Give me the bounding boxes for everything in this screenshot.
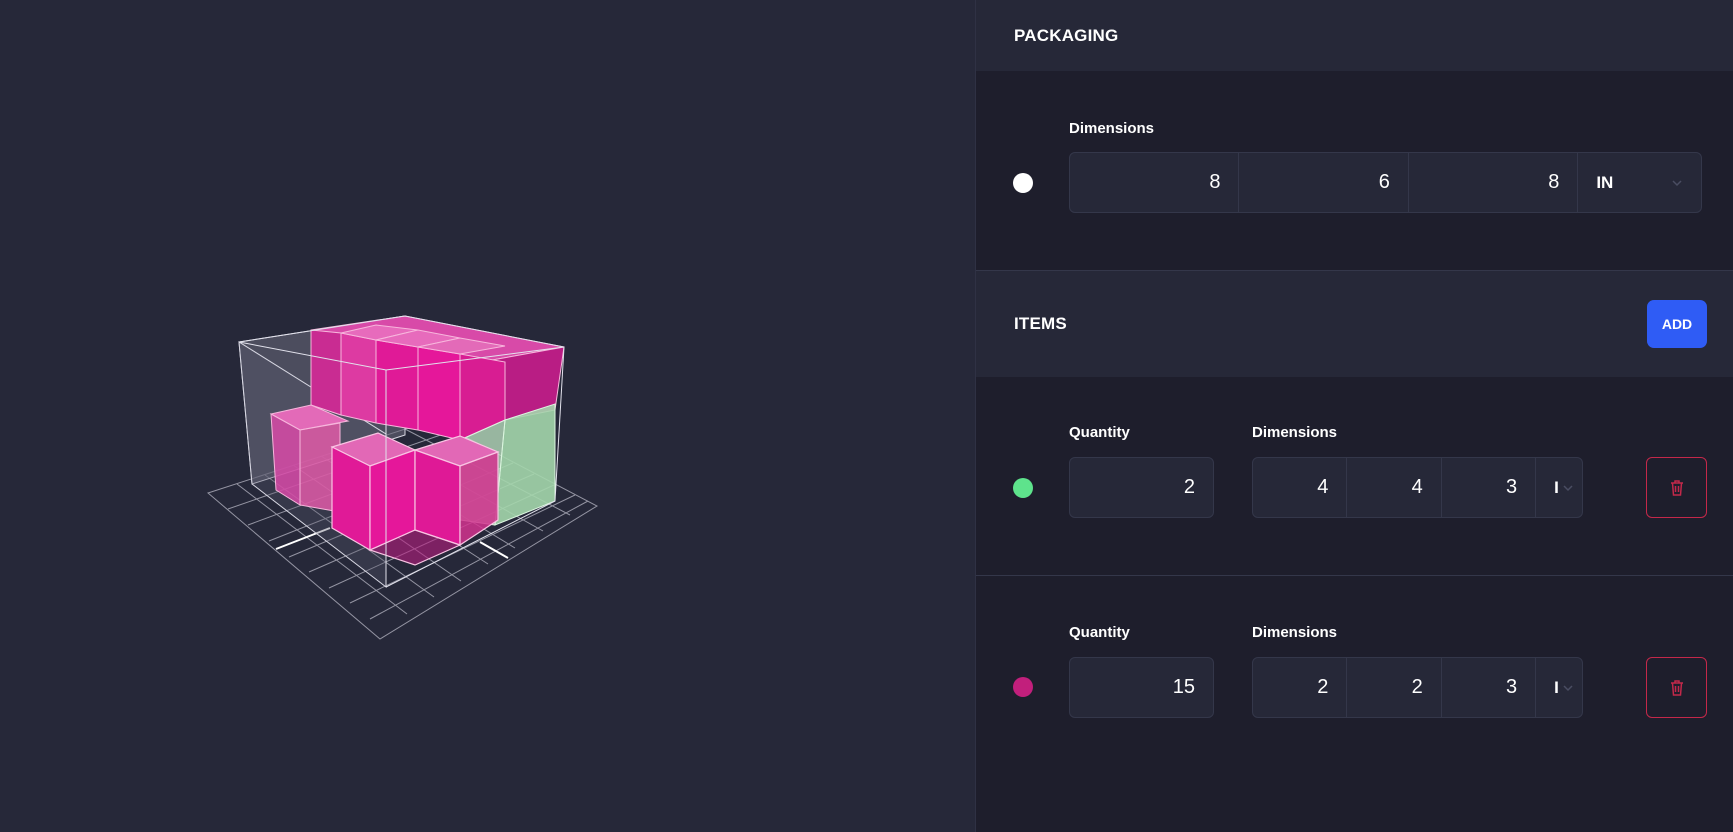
items-header: ITEMS bbox=[976, 270, 1733, 377]
item-2-unit-select[interactable]: I bbox=[1536, 658, 1582, 717]
item-2-quantity-input[interactable]: 15 bbox=[1070, 658, 1213, 717]
packing-3d-viewport[interactable] bbox=[0, 0, 975, 832]
config-panel: PACKAGING Dimensions 8 6 8 IN ITEMS ADD … bbox=[975, 0, 1733, 832]
packaging-header: PACKAGING bbox=[976, 0, 1733, 71]
item-1-quantity-input[interactable]: 2 bbox=[1070, 458, 1213, 517]
app-root: PACKAGING Dimensions 8 6 8 IN ITEMS ADD … bbox=[0, 0, 1733, 832]
item-1-length-input[interactable]: 4 bbox=[1253, 458, 1348, 517]
item-2-quantity-group: 15 bbox=[1069, 657, 1214, 718]
item-1-quantity-group: 2 bbox=[1069, 457, 1214, 518]
packaging-dimensions-label: Dimensions bbox=[1069, 120, 1155, 137]
items-title: ITEMS bbox=[1014, 314, 1067, 333]
packing-3d-scene[interactable] bbox=[0, 0, 975, 832]
item-1-quantity-label: Quantity bbox=[1069, 424, 1130, 441]
item-2-unit-value: I bbox=[1554, 677, 1559, 697]
trash-icon bbox=[1670, 679, 1683, 696]
item-2-quantity-label: Quantity bbox=[1069, 624, 1130, 641]
item-1-unit-value: I bbox=[1554, 477, 1559, 497]
packaging-length-input[interactable]: 8 bbox=[1070, 153, 1240, 212]
trash-icon bbox=[1670, 479, 1683, 496]
item-1-dimensions-label: Dimensions bbox=[1252, 424, 1338, 441]
packaging-height-input[interactable]: 8 bbox=[1409, 153, 1579, 212]
item-2-color-dot bbox=[1013, 677, 1033, 697]
add-item-button[interactable]: ADD bbox=[1647, 300, 1707, 348]
packaging-color-dot bbox=[1013, 173, 1033, 193]
chevron-down-icon bbox=[1563, 684, 1573, 691]
item-2-length-input[interactable]: 2 bbox=[1253, 658, 1348, 717]
chevron-down-icon bbox=[1672, 179, 1682, 186]
item-2-delete-button[interactable] bbox=[1646, 657, 1707, 718]
item-2-height-input[interactable]: 3 bbox=[1442, 658, 1537, 717]
item-1-color-dot bbox=[1013, 478, 1033, 498]
packaging-dimensions-group: 8 6 8 IN bbox=[1069, 152, 1702, 213]
item-2-dimensions-group: 2 2 3 I bbox=[1252, 657, 1583, 718]
item-1-width-input[interactable]: 4 bbox=[1347, 458, 1442, 517]
item-1-delete-button[interactable] bbox=[1646, 457, 1707, 518]
packaging-title: PACKAGING bbox=[1014, 25, 1119, 45]
item-1-height-input[interactable]: 3 bbox=[1442, 458, 1537, 517]
item-divider bbox=[976, 575, 1733, 576]
item-1-dimensions-group: 4 4 3 I bbox=[1252, 457, 1583, 518]
packaging-unit-select[interactable]: IN bbox=[1578, 153, 1701, 212]
item-2-dimensions-label: Dimensions bbox=[1252, 624, 1338, 641]
item-1-unit-select[interactable]: I bbox=[1536, 458, 1582, 517]
packaging-unit-value: IN bbox=[1596, 172, 1614, 192]
packaging-width-input[interactable]: 6 bbox=[1239, 153, 1409, 212]
item-2-width-input[interactable]: 2 bbox=[1347, 658, 1442, 717]
chevron-down-icon bbox=[1563, 484, 1573, 491]
